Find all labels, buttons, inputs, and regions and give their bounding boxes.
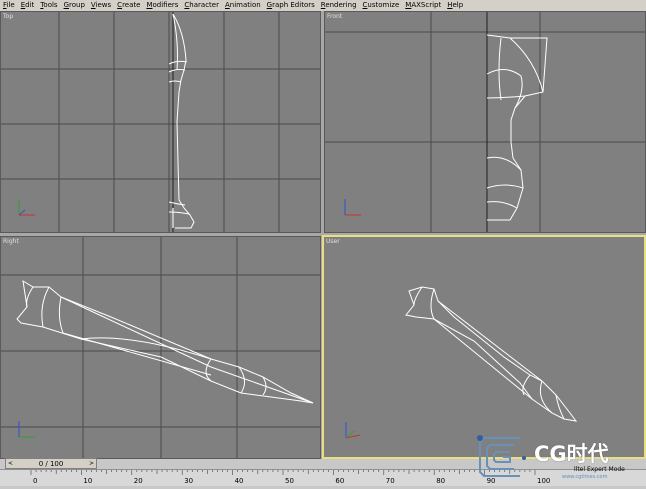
cg-logo-icon [477, 435, 526, 477]
viewport-label-front[interactable]: Front [327, 13, 342, 20]
menu-item-tools[interactable]: Tools [37, 0, 60, 11]
menu-item-help[interactable]: Help [444, 0, 466, 11]
menu-item-edit[interactable]: Edit [18, 0, 38, 11]
menu-item-modifiers[interactable]: Modifiers [143, 0, 181, 11]
watermark-url: www.cgtimes.com [562, 474, 608, 480]
viewport-right[interactable]: Right [0, 236, 321, 459]
ruler-tick-label: 60 [335, 477, 344, 485]
ruler-tick-label: 70 [386, 477, 395, 485]
menu-item-animation[interactable]: Animation [222, 0, 264, 11]
viewport-area: Top Front Right User [0, 11, 646, 459]
menu-item-create[interactable]: Create [114, 0, 143, 11]
ruler-tick-label: 10 [83, 477, 92, 485]
ruler-tick-label: 20 [134, 477, 143, 485]
menu-item-character[interactable]: Character [181, 0, 222, 11]
viewport-label-right[interactable]: Right [3, 238, 19, 245]
axis-gizmo-right [18, 421, 35, 438]
ruler-tick-label: 50 [285, 477, 294, 485]
user-view-wireframe [345, 286, 578, 439]
top-view-wireframe [1, 12, 320, 232]
axis-gizmo-user [345, 422, 361, 439]
watermark-logo: CG时代 lltel Expert Mode www.cgtimes.com [470, 428, 646, 485]
menu-item-customize[interactable]: Customize [360, 0, 403, 11]
viewport-front[interactable]: Front [324, 11, 646, 233]
viewport-top[interactable]: Top [0, 11, 321, 233]
menu-item-rendering[interactable]: Rendering [318, 0, 360, 11]
axis-gizmo-front [344, 199, 361, 216]
watermark-status: lltel Expert Mode [574, 466, 625, 473]
menu-item-graph-editors[interactable]: Graph Editors [264, 0, 318, 11]
ruler-tick-label: 0 [33, 477, 37, 485]
menu-item-group[interactable]: Group [61, 0, 88, 11]
time-slider[interactable]: < 0 / 100 > [5, 458, 97, 469]
ruler-tick-label: 30 [184, 477, 193, 485]
menu-item-maxscript[interactable]: MAXScript [402, 0, 444, 11]
ruler-tick-label: 80 [436, 477, 445, 485]
menu-item-file[interactable]: File [0, 0, 18, 11]
viewport-user[interactable]: User [322, 235, 646, 459]
slider-next-icon[interactable]: > [89, 460, 94, 467]
watermark-brand: CG时代 [534, 442, 609, 466]
viewport-label-top[interactable]: Top [3, 13, 13, 20]
menu-bar: File Edit Tools Group Views Create Modifiers Ch… [0, 0, 646, 11]
ruler-tick-label: 40 [235, 477, 244, 485]
right-view-wireframe [1, 237, 320, 458]
slider-prev-icon[interactable]: < [8, 460, 13, 467]
viewport-label-user[interactable]: User [326, 238, 340, 245]
front-view-wireframe [325, 12, 645, 232]
menu-item-views[interactable]: Views [88, 0, 114, 11]
axis-gizmo-top [18, 199, 35, 216]
time-slider-readout: 0 / 100 [38, 459, 64, 468]
